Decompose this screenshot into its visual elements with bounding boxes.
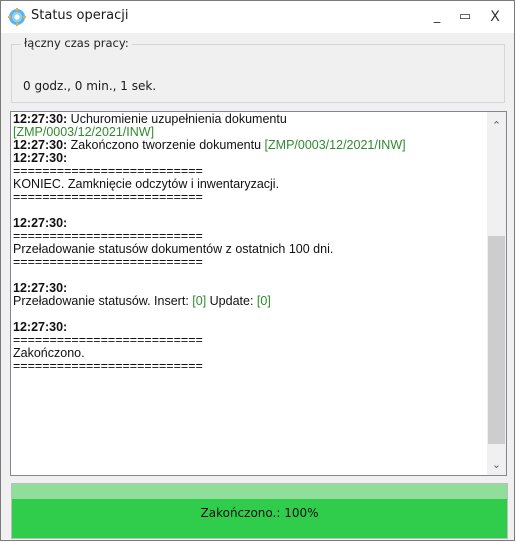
log-separator: ========================== bbox=[13, 190, 203, 204]
log-timestamp: 12:27:30: bbox=[13, 112, 68, 126]
log-blank bbox=[13, 204, 484, 217]
log-line: 12:27:30: Zakończono tworzenie dokumentu… bbox=[13, 139, 484, 152]
document-number: [ZMP/0003/12/2021/INW] bbox=[264, 138, 406, 152]
scroll-up-icon[interactable]: ⌃ bbox=[487, 116, 506, 135]
work-time-value: 0 godz., 0 min., 1 sek. bbox=[23, 79, 157, 93]
log-timestamp: 12:27:30: bbox=[13, 216, 68, 230]
progress-label: Zakończono.: 100% bbox=[200, 506, 319, 520]
log-text: Uchuromienie uzupełnienia dokumentu bbox=[67, 112, 287, 126]
log-text: Update: bbox=[206, 294, 257, 308]
log-textbox[interactable]: 12:27:30: Uchuromienie uzupełnienia doku… bbox=[10, 111, 507, 476]
log-text: Przeładowanie statusów. Insert: bbox=[13, 294, 193, 308]
title-bar[interactable]: Status operacji _ ▭ X bbox=[1, 1, 514, 33]
maximize-button[interactable]: ▭ bbox=[452, 6, 478, 28]
window-title: Status operacji bbox=[31, 8, 129, 23]
insert-count: [0] bbox=[192, 294, 207, 308]
work-time-legend: łączny czas pracy: bbox=[21, 36, 132, 50]
progress-highlight bbox=[12, 484, 507, 499]
log-timestamp: 12:27:30: bbox=[13, 320, 68, 334]
scrollbar-thumb[interactable] bbox=[488, 236, 505, 444]
log-timestamp: 12:27:30: bbox=[13, 281, 68, 295]
app-gear-icon bbox=[8, 8, 26, 26]
log-timestamp: 12:27:30: bbox=[13, 151, 68, 165]
vertical-scrollbar[interactable]: ⌃ ⌄ bbox=[487, 112, 506, 475]
work-time-group bbox=[11, 44, 505, 103]
status-window: Status operacji _ ▭ X łączny czas pracy:… bbox=[0, 0, 515, 541]
log-text: Zakończono tworzenie dokumentu bbox=[67, 138, 265, 152]
close-button[interactable]: X bbox=[482, 6, 508, 28]
log-timestamp: 12:27:30: bbox=[13, 138, 68, 152]
minimize-button[interactable]: _ bbox=[424, 6, 450, 28]
progress-bar: Zakończono.: 100% bbox=[11, 483, 508, 539]
log-separator: ========================== bbox=[13, 255, 203, 269]
log-blank bbox=[13, 269, 484, 282]
scroll-down-icon[interactable]: ⌄ bbox=[487, 455, 506, 474]
log-separator: ========================== bbox=[13, 359, 203, 373]
log-content: 12:27:30: Uchuromienie uzupełnienia doku… bbox=[13, 113, 484, 373]
log-line: Przeładowanie statusów. Insert: [0] Upda… bbox=[13, 295, 484, 308]
document-number: [ZMP/0003/12/2021/INW] bbox=[13, 125, 155, 139]
update-count: [0] bbox=[256, 294, 271, 308]
log-blank bbox=[13, 308, 484, 321]
